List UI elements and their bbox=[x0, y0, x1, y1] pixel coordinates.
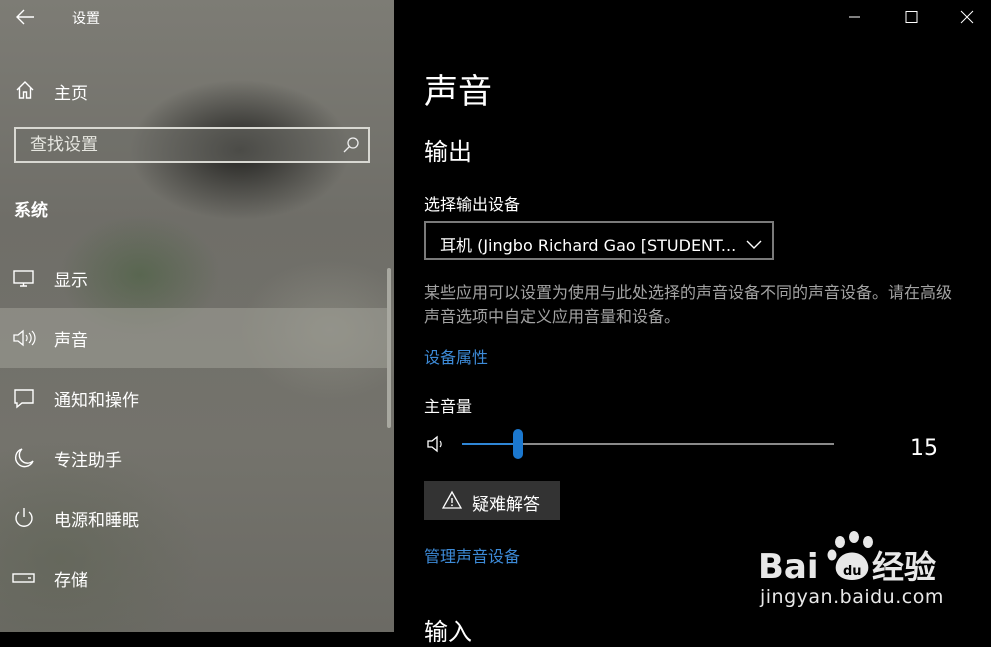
search-input[interactable] bbox=[16, 129, 330, 161]
page-title: 声音 bbox=[424, 72, 492, 112]
sidebar-item-sound[interactable]: 声音 bbox=[0, 308, 390, 368]
sidebar-item-display[interactable]: 显示 bbox=[0, 248, 390, 308]
close-button[interactable] bbox=[940, 0, 991, 34]
tablet-icon bbox=[12, 627, 36, 632]
sidebar-item-label: 专注助手 bbox=[54, 451, 122, 471]
back-arrow-icon[interactable] bbox=[14, 6, 36, 28]
output-device-label: 选择输出设备 bbox=[424, 195, 521, 214]
sidebar-item-storage[interactable]: 存储 bbox=[0, 548, 390, 608]
svg-text:经验: 经验 bbox=[872, 548, 936, 584]
maximize-button[interactable] bbox=[883, 0, 940, 34]
sound-settings-pane: 声音 输出 选择输出设备 耳机 (Jingbo Richard Gao [STU… bbox=[394, 0, 991, 646]
search-box[interactable] bbox=[14, 127, 370, 163]
volume-slider-thumb[interactable] bbox=[512, 429, 523, 459]
speaker-icon bbox=[12, 327, 36, 349]
sidebar-item-label: 通知和操作 bbox=[54, 391, 139, 411]
selected-device: 耳机 (Jingbo Richard Gao [STUDENT... bbox=[440, 236, 737, 255]
volume-speaker-icon[interactable] bbox=[426, 434, 448, 454]
search-icon[interactable] bbox=[342, 136, 360, 154]
watermark-url: jingyan.baidu.com bbox=[760, 586, 944, 608]
sidebar-scrollbar[interactable] bbox=[387, 268, 391, 428]
warning-icon bbox=[441, 490, 463, 510]
storage-icon bbox=[12, 567, 36, 589]
troubleshoot-label: 疑难解答 bbox=[472, 495, 540, 515]
svg-text:du: du bbox=[843, 564, 862, 579]
chevron-down-icon bbox=[746, 235, 762, 249]
input-heading: 输入 bbox=[424, 618, 472, 646]
sidebar-item-notifications[interactable]: 通知和操作 bbox=[0, 368, 390, 428]
sidebar-item-home-label: 主页 bbox=[54, 84, 88, 104]
sidebar-item-power[interactable]: 电源和睡眠 bbox=[0, 488, 390, 548]
display-icon bbox=[12, 267, 36, 289]
volume-value: 15 bbox=[910, 436, 938, 461]
sidebar-item-focus-assist[interactable]: 专注助手 bbox=[0, 428, 390, 488]
device-properties-link[interactable]: 设备属性 bbox=[424, 344, 488, 368]
troubleshoot-button[interactable]: 疑难解答 bbox=[424, 481, 560, 520]
sidebar-item-label: 声音 bbox=[54, 331, 88, 351]
output-description: 某些应用可以设置为使用与此处选择的声音设备不同的声音设备。请在高级声音选项中自定… bbox=[424, 283, 953, 326]
master-volume-label: 主音量 bbox=[424, 397, 473, 416]
window-title: 设置 bbox=[72, 11, 100, 27]
sidebar-item-label: 电源和睡眠 bbox=[54, 511, 139, 531]
home-icon bbox=[14, 79, 36, 101]
baidu-jingyan-logo: Bai du 经验 bbox=[758, 528, 938, 587]
volume-slider-fill bbox=[462, 443, 518, 445]
sidebar-item-partial[interactable] bbox=[0, 608, 390, 632]
output-device-dropdown[interactable]: 耳机 (Jingbo Richard Gao [STUDENT... bbox=[424, 221, 774, 260]
sidebar-item-home[interactable]: 主页 bbox=[0, 72, 390, 108]
sidebar-item-label: 显示 bbox=[54, 271, 88, 291]
section-heading: 系统 bbox=[14, 201, 48, 221]
power-icon bbox=[12, 507, 36, 529]
manage-sound-devices-link[interactable]: 管理声音设备 bbox=[424, 543, 520, 567]
output-heading: 输出 bbox=[424, 138, 472, 166]
svg-text:Bai: Bai bbox=[758, 547, 819, 584]
minimize-button[interactable] bbox=[826, 0, 883, 34]
moon-icon bbox=[12, 447, 36, 469]
notification-icon bbox=[12, 387, 36, 409]
sidebar-item-label: 存储 bbox=[54, 571, 88, 591]
volume-slider[interactable] bbox=[462, 429, 834, 459]
sidebar: 设置 主页 系统 显示 声音 通知和操作 专注助手 bbox=[0, 0, 394, 632]
